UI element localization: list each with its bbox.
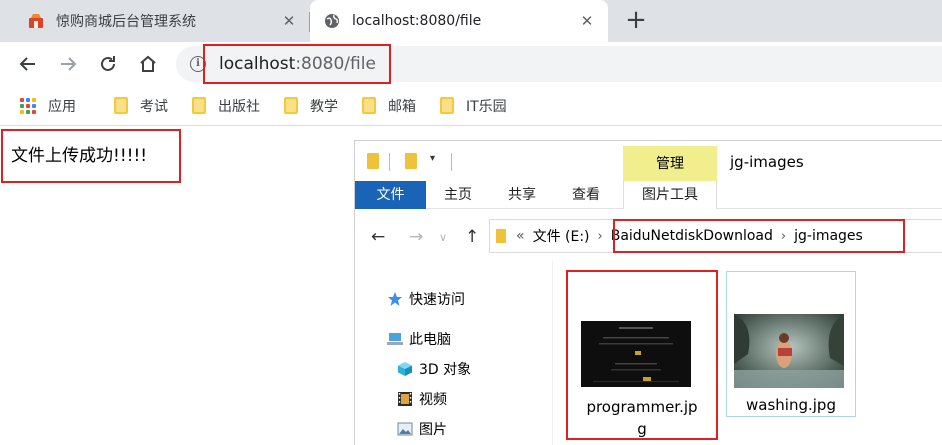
nav-label: 此电脑 — [409, 332, 451, 348]
bookmark-label: 教学 — [310, 98, 338, 115]
tab-picture-tools[interactable]: 图片工具 — [623, 181, 717, 209]
bookmark-apps[interactable]: 应用 — [20, 96, 76, 116]
folder-icon — [114, 97, 128, 114]
computer-icon — [387, 331, 403, 347]
bookmark-it-paradise[interactable]: IT乐园 — [440, 96, 507, 116]
nav-videos[interactable]: 视频 — [397, 389, 447, 409]
bookmark-label: 考试 — [140, 98, 168, 115]
breadcrumb-highlight — [613, 219, 905, 253]
browser-tab-strip: 惊购商城后台管理系统 ✕ localhost:8080/file ✕ + — [0, 0, 942, 42]
close-icon[interactable]: ✕ — [278, 10, 300, 32]
bookmark-label: 应用 — [48, 98, 76, 115]
reload-button[interactable] — [94, 50, 122, 78]
upload-success-message: 文件上传成功!!!!! — [1, 129, 181, 183]
tab-title: 惊购商城后台管理系统 — [56, 14, 196, 30]
nav-quick-access[interactable]: 快速访问 — [387, 289, 465, 309]
file-name-line2: g — [637, 420, 647, 438]
back-button[interactable] — [14, 50, 42, 78]
success-text: 文件上传成功!!!!! — [11, 146, 148, 166]
chevron-down-icon[interactable]: ▾ — [430, 153, 435, 164]
folder-icon — [496, 229, 506, 243]
tab-file[interactable]: 文件 — [355, 181, 426, 209]
home-button[interactable] — [134, 50, 162, 78]
breadcrumb-drive[interactable]: 文件 (E:) — [533, 226, 590, 246]
folder-icon[interactable] — [405, 153, 417, 169]
nav-label: 3D 对象 — [419, 362, 472, 378]
bookmark-label: 出版社 — [218, 98, 260, 115]
bookmark-label: IT乐园 — [466, 98, 507, 115]
forward-arrow-icon[interactable]: → — [409, 227, 423, 247]
cube-icon — [397, 361, 413, 377]
tab-share[interactable]: 共享 — [497, 181, 547, 209]
thumbnail-image — [581, 321, 691, 387]
nav-label: 图片 — [419, 422, 447, 438]
bookmark-mail[interactable]: 邮箱 — [362, 96, 416, 116]
divider — [389, 153, 390, 171]
star-icon — [387, 291, 403, 307]
window-title: jg-images — [730, 153, 804, 171]
folder-icon — [440, 97, 454, 114]
nav-this-pc[interactable]: 此电脑 — [387, 329, 451, 349]
overflow-chevron[interactable]: « — [516, 228, 525, 244]
tab-title: localhost:8080/file — [352, 13, 482, 29]
up-arrow-icon[interactable]: ↑ — [465, 227, 479, 247]
url-path: :8080/file — [295, 54, 376, 74]
tab-view[interactable]: 查看 — [561, 181, 611, 209]
folder-icon — [362, 97, 376, 114]
nav-3d-objects[interactable]: 3D 对象 — [397, 359, 471, 379]
store-icon — [29, 14, 43, 28]
tab-home[interactable]: 主页 — [433, 181, 483, 209]
thumbnail-image — [734, 314, 844, 388]
bookmark-label: 邮箱 — [388, 98, 416, 115]
chevron-right-icon[interactable]: › — [598, 229, 603, 244]
chevron-down-icon[interactable]: ∨ — [439, 231, 447, 244]
folder-icon[interactable] — [367, 153, 379, 169]
picture-icon — [397, 421, 413, 437]
tab-localhost-file[interactable]: localhost:8080/file ✕ — [310, 0, 608, 42]
new-tab-button[interactable]: + — [622, 7, 650, 35]
navigation-pane: 快速访问 此电脑 3D 对象 视频 图片 — [355, 261, 553, 445]
tab-manage[interactable]: 管理 — [623, 146, 717, 182]
bookmark-publisher[interactable]: 出版社 — [192, 96, 260, 116]
divider — [451, 153, 452, 171]
forward-button[interactable] — [54, 50, 82, 78]
nav-label: 视频 — [419, 392, 447, 408]
bookmark-exam[interactable]: 考试 — [114, 96, 168, 116]
file-programmer-jpg[interactable]: programmer.jp g — [566, 270, 718, 440]
home-icon — [140, 55, 156, 72]
url-highlight[interactable]: localhost:8080/file — [203, 44, 391, 84]
ribbon-tabs: 文件 主页 共享 查看 图片工具 — [355, 181, 942, 209]
back-arrow-icon[interactable]: ← — [371, 227, 385, 247]
thumbnail-art — [593, 327, 679, 382]
reload-icon — [101, 56, 115, 71]
apps-icon — [20, 97, 36, 114]
explorer-title-bar: ▾ 管理 jg-images — [355, 141, 942, 182]
arrow-left-icon — [19, 57, 35, 71]
folder-icon — [284, 97, 298, 114]
bookmark-teaching[interactable]: 教学 — [284, 96, 338, 116]
nav-pictures[interactable]: 图片 — [397, 419, 447, 439]
file-name: washing.jpg — [746, 396, 836, 414]
arrow-right-icon — [61, 57, 77, 71]
file-washing-jpg[interactable]: washing.jpg — [726, 271, 856, 417]
thumbnail-art — [734, 314, 844, 388]
tab-admin-system[interactable]: 惊购商城后台管理系统 ✕ — [14, 0, 310, 42]
close-icon[interactable]: ✕ — [576, 10, 598, 32]
folder-icon — [192, 97, 206, 114]
nav-label: 快速访问 — [409, 292, 465, 308]
file-name-line1: programmer.jp — [586, 398, 698, 416]
bookmarks-bar: 应用 考试 出版社 教学 邮箱 IT乐园 — [0, 86, 942, 126]
url-host: localhost — [219, 54, 296, 74]
globe-icon — [325, 14, 339, 28]
film-icon — [397, 391, 413, 407]
browser-toolbar: i — [0, 42, 942, 86]
